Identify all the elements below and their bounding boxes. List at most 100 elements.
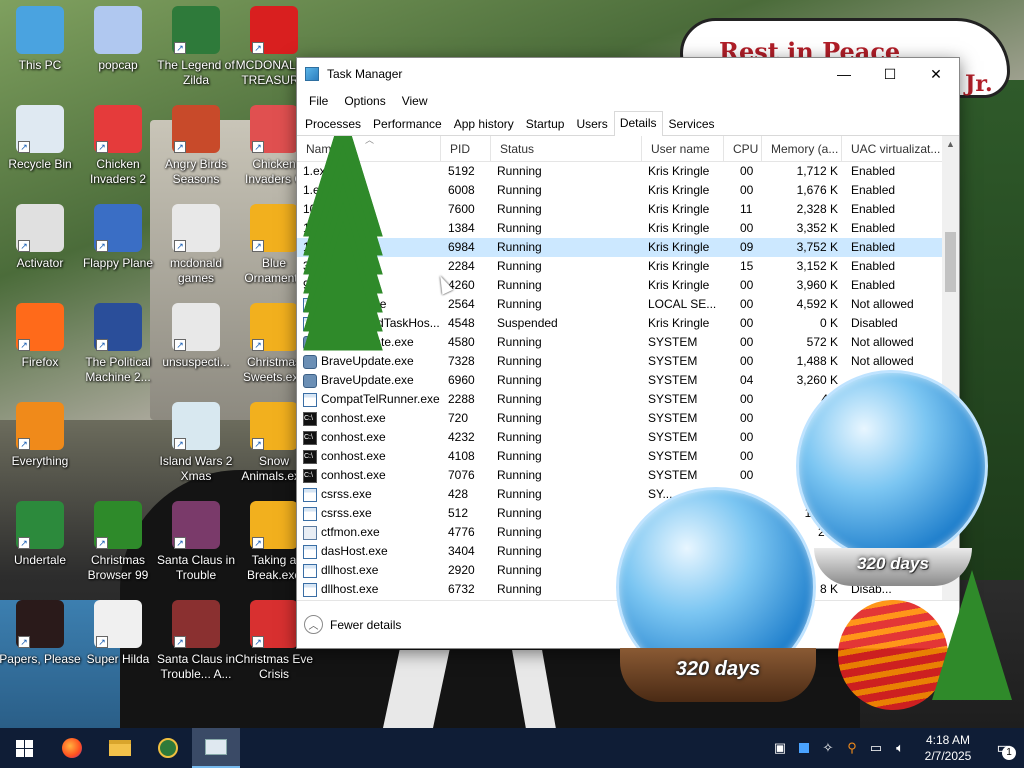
desktop-icon[interactable]: ↗ Angry Birds Seasons xyxy=(154,105,238,187)
desktop-icon[interactable]: popcap xyxy=(76,6,160,73)
table-row[interactable]: backgroundTaskHos...4548SuspendedKris Kr… xyxy=(297,314,959,333)
network-icon[interactable]: ▭ xyxy=(864,728,888,768)
desktop-icon[interactable]: ↗ Everything xyxy=(0,402,82,469)
tab-performance[interactable]: Performance xyxy=(367,112,448,135)
cell-pid: 720 xyxy=(448,411,469,425)
cell-name: C:\ conhost.exe xyxy=(297,466,441,485)
cell-memory: 2,328 K xyxy=(796,202,838,216)
menu-options[interactable]: Options xyxy=(336,94,393,108)
desktop-icon[interactable]: ↗ Undertale xyxy=(0,501,82,568)
column-header-status[interactable]: Status xyxy=(491,136,642,162)
table-row[interactable]: BraveUpdate.exe 7328 Running SYSTEM 00 1,488 … xyxy=(297,352,959,371)
cell-status: Running xyxy=(497,240,542,254)
cell-pid: 512 xyxy=(448,506,469,520)
table-row[interactable]: 11.exe6984RunningKris Kringle093,752 KEn… xyxy=(297,182,959,313)
process-name: ctfmon.exe xyxy=(321,525,380,539)
app-icon: ↗ xyxy=(94,303,142,351)
app-icon: ↗ xyxy=(172,402,220,450)
column-header-user-name[interactable]: User name xyxy=(642,136,724,162)
desktop-icon[interactable]: ↗ Firefox xyxy=(0,303,82,370)
desktop-icon[interactable]: ↗ Christmas Browser 99 xyxy=(76,501,160,583)
table-row[interactable]: 1.exe 6008 Running Kris Kringle 00 1,676 K Ena… xyxy=(297,136,959,256)
column-header-pid[interactable]: PID xyxy=(441,136,491,162)
cell-name: 1.exe xyxy=(297,136,441,237)
table-row[interactable]: 9.exe4260RunningKris Kringle003,960 KEna… xyxy=(297,220,959,351)
table-row[interactable]: BraveUpdate.exe4580RunningSYSTEM00572 KN… xyxy=(297,333,959,352)
tray-square-icon[interactable] xyxy=(792,728,816,768)
volume-icon[interactable]: 🔈︎ xyxy=(888,728,912,768)
title-bar[interactable]: Task Manager — ☐ ✕ xyxy=(297,58,959,90)
desktop-icon[interactable]: ↗ Santa Claus in Trouble xyxy=(154,501,238,583)
desktop-icon[interactable]: This PC xyxy=(0,6,82,73)
tray-search-icon[interactable]: ⚲ xyxy=(840,728,864,768)
cell-uac: Disabled xyxy=(851,316,898,330)
taskbar-game[interactable] xyxy=(144,728,192,768)
cell-status: Suspended xyxy=(497,316,558,330)
table-row[interactable]: 1.exe 5192 Running Kris Kringle 00 1,712 K Ena… xyxy=(297,136,959,237)
column-header-uac[interactable]: UAC virtualizat... xyxy=(842,136,942,162)
sort-ascending-icon: ︿ xyxy=(365,136,375,145)
desktop-icon[interactable]: ↗ Chicken Invaders 2 xyxy=(76,105,160,187)
desktop-icon[interactable]: ↗ Activator xyxy=(0,204,82,271)
cell-status: Running xyxy=(497,506,542,520)
shortcut-arrow-icon: ↗ xyxy=(18,636,30,648)
process-name: BraveUpdate.exe xyxy=(321,354,414,368)
tab-app-history[interactable]: App history xyxy=(448,112,520,135)
tab-processes[interactable]: Processes xyxy=(299,112,367,135)
start-button[interactable] xyxy=(0,728,48,768)
banner-line2: Jr. xyxy=(965,71,993,97)
shortcut-arrow-icon: ↗ xyxy=(252,42,264,54)
taskbar-task-manager[interactable] xyxy=(192,728,240,768)
cell-pid: 3404 xyxy=(448,544,475,558)
menu-file[interactable]: File xyxy=(301,94,336,108)
cell-pid: 6732 xyxy=(448,582,475,596)
desktop-icon[interactable]: ↗ Recycle Bin xyxy=(0,105,82,172)
desktop-icon[interactable]: ↗ mcdonald games xyxy=(154,204,238,286)
task-manager-icon xyxy=(205,739,227,755)
table-row[interactable]: 10.exe7600RunningKris Kringle112,328 KEn… xyxy=(297,144,959,275)
cell-cpu: 04 xyxy=(740,373,754,387)
tab-services[interactable]: Services xyxy=(663,112,721,135)
tab-users[interactable]: Users xyxy=(570,112,613,135)
table-row[interactable]: 11.exe1384RunningKris Kringle003,352 KEn… xyxy=(297,163,959,294)
tray-network-shield-icon[interactable]: ✧ xyxy=(816,728,840,768)
process-icon xyxy=(303,487,317,502)
table-row[interactable]: 3.exe2284RunningKris Kringle153,152 KEna… xyxy=(297,201,959,332)
maximize-button[interactable]: ☐ xyxy=(867,58,913,90)
tab-startup[interactable]: Startup xyxy=(520,112,571,135)
chevron-up-icon[interactable]: ︿ xyxy=(304,615,323,634)
desktop-icon[interactable]: ↗ The Legend of Zilda xyxy=(154,6,238,88)
column-header-cpu[interactable]: CPU xyxy=(724,136,762,162)
cell-memory: 3,352 K xyxy=(796,221,838,235)
action-center-button[interactable]: ▭ 1 xyxy=(984,728,1024,768)
app-icon: ↗ xyxy=(172,204,220,252)
tab-details[interactable]: Details xyxy=(613,111,663,136)
cell-name: dllhost.exe xyxy=(297,561,441,580)
clock[interactable]: 4:18 AM 2/7/2025 xyxy=(912,732,984,764)
desktop-icon[interactable]: ↗ Flappy Plane xyxy=(76,204,160,271)
table-row[interactable]: audiodg.exe2564RunningLOCAL SE...004,592… xyxy=(297,295,959,314)
process-name: conhost.exe xyxy=(321,468,386,482)
desktop-icon[interactable]: ↗ The Political Machine 2... xyxy=(76,303,160,385)
desktop-icon[interactable]: ↗ Papers, Please xyxy=(0,600,82,667)
desktop-icon-label: Christmas Eve Crisis xyxy=(234,652,314,681)
minimize-button[interactable]: — xyxy=(821,58,867,90)
taskbar-firefox[interactable] xyxy=(48,728,96,768)
desktop-icon[interactable]: ↗ Island Wars 2 Xmas xyxy=(154,402,238,484)
desktop-icon[interactable]: ↗ Super Hilda xyxy=(76,600,160,667)
menu-view[interactable]: View xyxy=(394,94,436,108)
desktop-icon[interactable]: ↗ unsuspecti... xyxy=(154,303,238,370)
fewer-details-link[interactable]: Fewer details xyxy=(330,618,401,632)
menu-bar: File Options View xyxy=(297,90,959,112)
column-header-memory[interactable]: Memory (a... xyxy=(762,136,842,162)
app-icon: ↗ xyxy=(16,600,64,648)
desktop-icon[interactable]: ↗ Santa Claus in Trouble... A... xyxy=(154,600,238,682)
tray-app-icon[interactable]: ▣ xyxy=(768,728,792,768)
close-button[interactable]: ✕ xyxy=(913,58,959,90)
taskbar-file-explorer[interactable] xyxy=(96,728,144,768)
cell-name: C:\ conhost.exe xyxy=(297,428,441,447)
console-icon: C:\ xyxy=(303,468,317,483)
process-name: BraveUpdate.exe xyxy=(321,373,414,387)
scroll-thumb[interactable] xyxy=(945,232,956,292)
scroll-up-icon[interactable]: ▲ xyxy=(942,136,959,153)
